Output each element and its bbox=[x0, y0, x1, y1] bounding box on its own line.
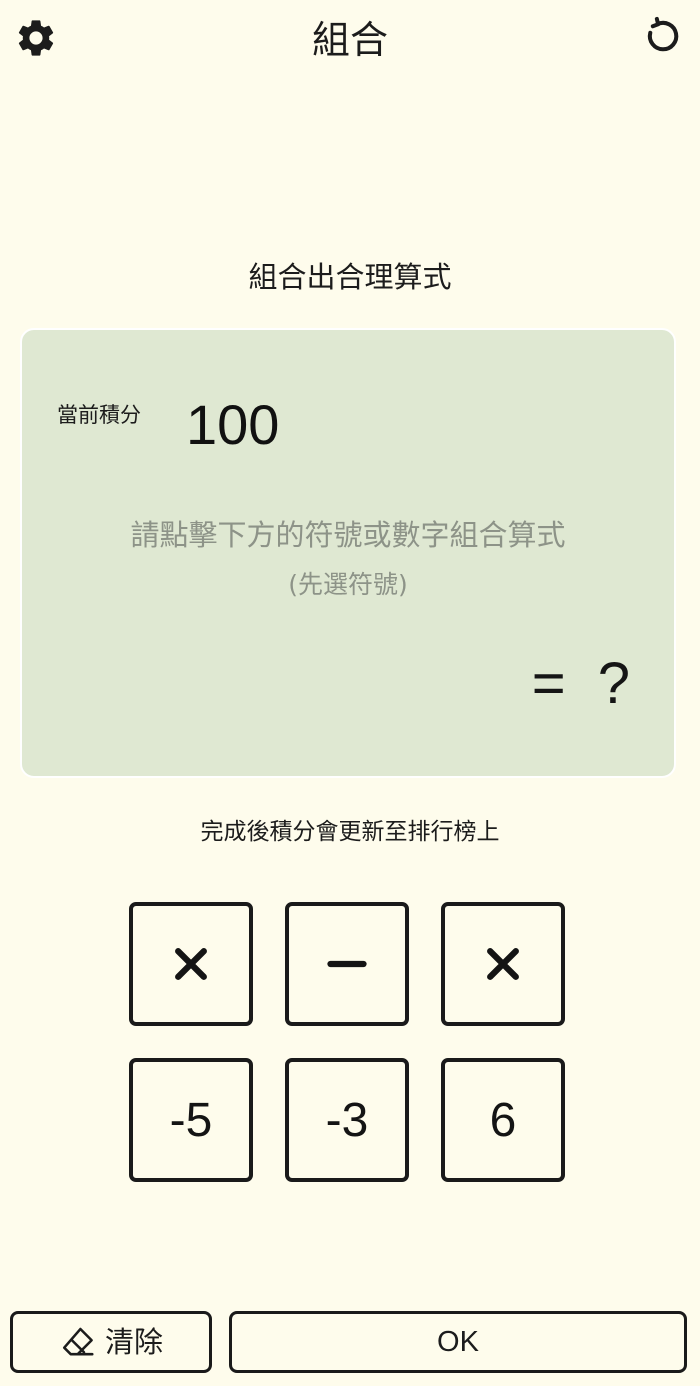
multiply-icon bbox=[175, 948, 207, 980]
operator-tile-multiply[interactable]: × bbox=[129, 902, 253, 1026]
result-display: = ? bbox=[531, 651, 638, 716]
multiply-icon bbox=[487, 948, 519, 980]
hint-subtext: (先選符號) bbox=[288, 570, 408, 599]
reset-button[interactable] bbox=[638, 14, 686, 62]
leaderboard-note: 完成後積分會更新至排行榜上 bbox=[200, 819, 500, 845]
score-value: 100 bbox=[186, 393, 280, 456]
number-tile[interactable]: 6 bbox=[441, 1058, 565, 1182]
hint-text: 請點擊下方的符號或數字組合算式 bbox=[130, 518, 566, 552]
expression-card: 當前積分 100 請點擊下方的符號或數字組合算式 (先選符號) = ? bbox=[20, 328, 676, 778]
ok-button[interactable]: OK bbox=[229, 1311, 687, 1373]
ok-label: OK bbox=[437, 1326, 479, 1358]
operator-tile-minus[interactable]: − bbox=[285, 902, 409, 1026]
clear-label: 清除 bbox=[104, 1325, 163, 1359]
eraser-icon bbox=[62, 1327, 94, 1356]
clear-button[interactable]: 清除 bbox=[10, 1311, 212, 1373]
refresh-icon bbox=[647, 16, 679, 52]
number-tile[interactable]: -3 bbox=[285, 1058, 409, 1182]
instruction-title: 組合出合理算式 bbox=[248, 260, 452, 294]
page-title: 組合 bbox=[311, 18, 388, 62]
number-tile[interactable]: -5 bbox=[129, 1058, 253, 1182]
score-label: 當前積分 bbox=[57, 403, 141, 427]
operator-tile-multiply[interactable]: × bbox=[441, 902, 565, 1026]
minus-icon bbox=[327, 960, 367, 968]
